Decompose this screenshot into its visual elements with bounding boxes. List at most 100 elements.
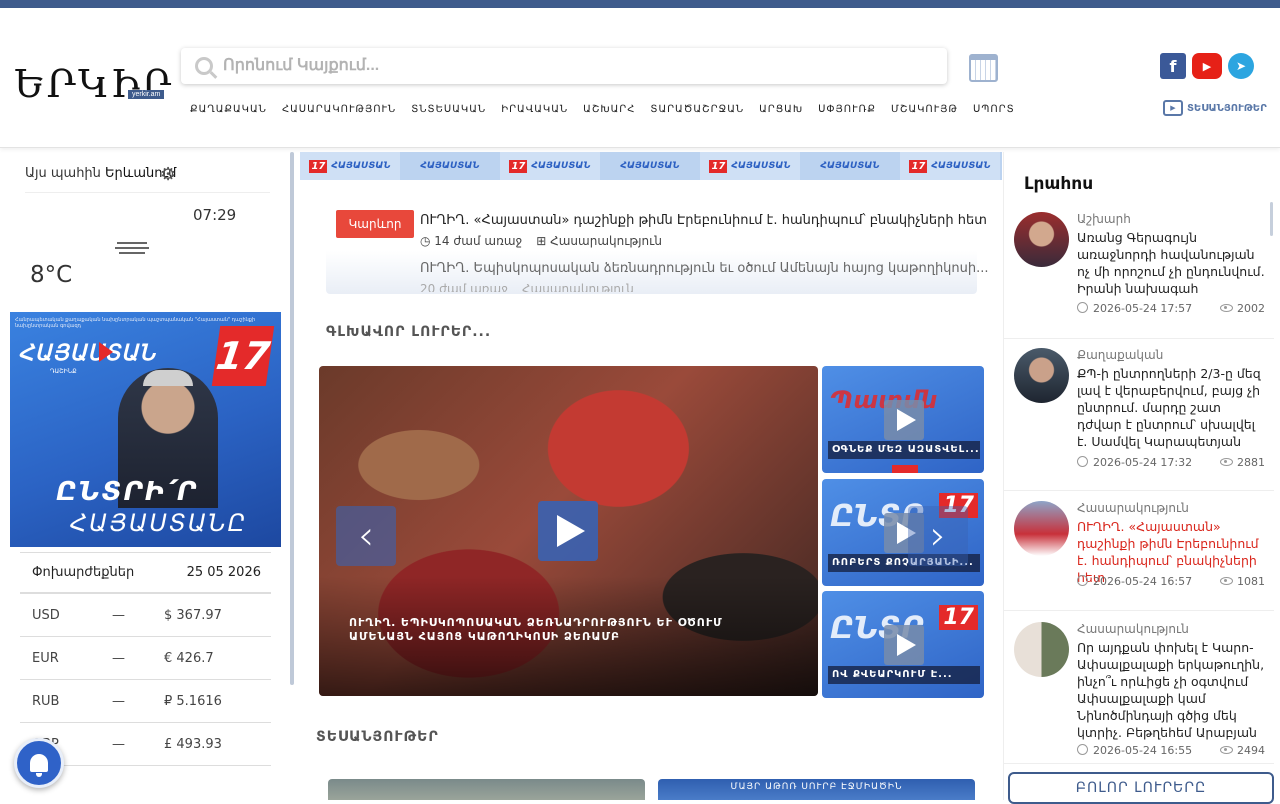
weather-temperature: 8°C	[30, 262, 73, 288]
feed-item-date-text: 2026-05-24 17:32	[1093, 456, 1193, 469]
important-badge[interactable]: Կարևոր	[336, 210, 414, 238]
ticker-headline[interactable]: ՈՒՂԻՂ․ «Հայաստան» դաշինքի թիմն Էրեբունիո…	[420, 213, 987, 228]
search-icon	[195, 57, 213, 75]
slider-prev-button[interactable]: ‹	[336, 506, 396, 566]
calendar-icon[interactable]	[969, 54, 998, 82]
nav-item-artsakh[interactable]: ԱՐՑԱԽ	[759, 104, 803, 115]
feed-item-date-text: 2026-05-24 17:57	[1093, 302, 1193, 315]
video-card[interactable]: ՄԱՅՐ ԱԹՈՌ ՍՈՒՐԲ ԷՋՄԻԱԾԻՆ	[658, 779, 975, 800]
strip-unit: 17 ՀԱՅԱՍՏԱՆ	[300, 159, 400, 173]
nav-item-politics[interactable]: ՔԱՂԱՔԱԿԱՆ	[190, 104, 267, 115]
nav-item-society[interactable]: ՀԱՍԱՐԱԿՈՒԹՅՈՒՆ	[282, 104, 396, 115]
rate-currency: RUB	[32, 693, 60, 709]
strip-text: ՀԱՅԱՍՏԱՆ	[420, 161, 480, 171]
rates-date: 25 05 2026	[186, 565, 261, 580]
feed-item-date: 2026-05-24 16:57	[1077, 575, 1192, 588]
strip-unit: ՀԱՅԱՍՏԱՆ	[400, 161, 500, 171]
rates-header: Փոխարժեքներ 25 05 2026	[20, 552, 271, 594]
ticker-time-text: 20 ժամ առաջ	[420, 282, 508, 292]
video-thumb[interactable]: ԸՆՏՐ 17 ՈՎ ՔՎԵԱՐԿՈՒՄ Է...	[822, 591, 984, 698]
feed-item-category[interactable]: Հասարակություն	[1077, 622, 1189, 636]
nav-item-world[interactable]: ԱՇԽԱՐՀ	[583, 104, 635, 115]
all-news-button[interactable]: ԲՈԼՈՐ ԼՈՒՐԵՐԸ	[1008, 772, 1274, 804]
latest-news-feed: Լրահոս Աշխարհ Առանց Գերագույն առաջնորդի …	[1003, 152, 1280, 800]
telegram-icon[interactable]: ➤	[1228, 53, 1254, 79]
strip-number: 17	[909, 159, 928, 173]
thumb-caption: ՈՎ ՔՎԵԱՐԿՈՒՄ Է...	[828, 666, 980, 684]
feed-item[interactable]: Հասարակություն ՈՒՂԻՂ․ «Հայաստան» դաշինքի…	[1004, 501, 1274, 611]
feed-item-views-text: 2494	[1237, 744, 1265, 757]
strip-number: 17	[709, 159, 728, 173]
notification-bell-button[interactable]	[14, 738, 64, 788]
rate-value: $ 367.97	[164, 607, 222, 623]
strip-number: 17	[309, 159, 328, 173]
nav-item-culture[interactable]: ՄՇԱԿՈՒՅԹ	[891, 104, 958, 115]
feed-item-date: 2026-05-24 17:32	[1077, 456, 1192, 469]
feed-item-category[interactable]: Հասարակություն	[1077, 501, 1189, 515]
rate-value: £ 493.93	[164, 736, 222, 752]
nav-item-law[interactable]: ԻՐԱՎԱԿԱՆ	[501, 104, 568, 115]
eye-icon	[1220, 304, 1233, 312]
feed-item-date: 2026-05-24 17:57	[1077, 302, 1192, 315]
clock-icon	[1077, 302, 1088, 313]
slider-next-button[interactable]: ›	[908, 506, 968, 566]
feed-scrollbar[interactable]	[1270, 202, 1273, 236]
feed-item[interactable]: Աշխարհ Առանց Գերագույն առաջնորդի հավանու…	[1004, 212, 1274, 339]
video-thumb[interactable]: Պատմն ՕԳՆԵՔ ՄԵԶ ԱԶԱՏՎԵԼ...	[822, 366, 984, 473]
nav-item-diaspora[interactable]: ՍՓՅՈՒՌՔ	[818, 104, 876, 115]
feed-item-date-text: 2026-05-24 16:57	[1093, 575, 1193, 588]
feed-item-category[interactable]: Քաղաքական	[1077, 348, 1163, 362]
strip-number: 17	[509, 159, 528, 173]
feed-item-title[interactable]: Առանց Գերագույն առաջնորդի հավանության ոչ…	[1077, 229, 1267, 297]
eye-icon	[1220, 577, 1233, 585]
feed-item-meta: 2026-05-24 17:57 2002	[1077, 302, 1265, 315]
thumb-caption: ՕԳՆԵՔ ՄԵԶ ԱԶԱՏՎԵԼ...	[828, 441, 980, 459]
feed-item-category[interactable]: Աշխարհ	[1077, 212, 1131, 226]
video-card[interactable]	[328, 779, 645, 800]
slide-caption[interactable]: ՈՒՂԻՂ․ ԵՊԻՍԿՈՊՈՍԱԿԱՆ ՁԵՌՆԱԴՐՈՒԹՅՈՒՆ ԵՒ Օ…	[349, 616, 789, 644]
gear-icon[interactable]: ⚙	[160, 164, 176, 185]
ticker-time: ◷ 14 ժամ առաջ	[420, 234, 523, 248]
exchange-rates: Փոխարժեքներ 25 05 2026 USD — $ 367.97 EU…	[20, 552, 271, 766]
ticker-meta: ◷ 14 ժամ առաջ ⊞ Հասարակություն	[420, 234, 662, 248]
nav-item-region[interactable]: ՏԱՐԱԾԱՇՐՋԱՆ	[650, 104, 744, 115]
feed-item[interactable]: Հասարակություն Որ այդքան փոխել է Կարո-Ափ…	[1004, 622, 1274, 764]
videos-link[interactable]: ▶ ՏԵՍԱՆՅՈՒԹԵՐ	[1163, 100, 1267, 116]
sidebar-scrollbar[interactable]	[290, 152, 294, 685]
play-icon	[884, 400, 924, 440]
search-input[interactable]	[223, 57, 923, 75]
rate-value: ₽ 5.1616	[164, 693, 222, 709]
social-links: f ▶ ➤	[1160, 53, 1254, 79]
rate-dash: —	[112, 607, 125, 623]
strip-unit: 17 ՀԱՅԱՍՏԱՆ	[900, 159, 1000, 173]
rate-row-eur: EUR — € 426.7	[20, 637, 271, 680]
site-header: ԵՐԿԻՐ yerkir.am ՔԱՂԱՔԱԿԱՆ ՀԱՍԱՐԱԿՈՒԹՅՈՒՆ…	[0, 8, 1280, 148]
feed-item-title[interactable]: Որ այդքան փոխել է Կարո-Ափսալքալաքի երկաթ…	[1077, 639, 1267, 741]
ticker-category[interactable]: ⊞ Հասարակություն	[536, 234, 662, 248]
feed-item[interactable]: Քաղաքական ՔՊ-ի ընտրողների 2/3-ը մեզ լավ …	[1004, 348, 1274, 491]
top-ad-strip[interactable]: 17 ՀԱՅԱՍՏԱՆ ՀԱՅԱՍՏԱՆ 17 ՀԱՅԱՍՏԱՆ ՀԱՅԱՍՏԱՆ …	[300, 152, 1002, 180]
feed-title: Լրահոս	[1024, 174, 1094, 194]
weather-heading: Այս պահին Երևանում	[25, 166, 176, 181]
feed-item-views-text: 2881	[1237, 456, 1265, 469]
videos-link-label: ՏԵՍԱՆՅՈՒԹԵՐ	[1187, 102, 1267, 114]
ticker-headline-next[interactable]: ՈՒՂԻՂ․ Եպիսկոպոսական ձեռնադրություն եւ օ…	[420, 261, 989, 276]
feed-item-views: 2881	[1220, 456, 1265, 469]
clock-icon	[1077, 456, 1088, 467]
rates-title: Փոխարժեքներ	[32, 565, 135, 580]
play-icon[interactable]	[538, 501, 598, 561]
rate-dash: —	[112, 736, 125, 752]
search-box[interactable]	[181, 48, 947, 84]
feed-item-title[interactable]: ՔՊ-ի ընտրողների 2/3-ը մեզ լավ է վերաբերվ…	[1077, 365, 1267, 450]
videos-heading: ՏԵՍԱՆՅՈՒԹԵՐ	[316, 729, 439, 745]
feed-item-date-text: 2026-05-24 16:55	[1093, 744, 1193, 757]
facebook-icon[interactable]: f	[1160, 53, 1186, 79]
nav-item-economy[interactable]: ՏՆՏԵՍԱԿԱՆ	[411, 104, 486, 115]
nav-item-sport[interactable]: ՍՊՈՐՏ	[973, 104, 1015, 115]
youtube-icon[interactable]: ▶	[1192, 53, 1222, 79]
feed-item-meta: 2026-05-24 16:57 1081	[1077, 575, 1265, 588]
feed-item-views: 1081	[1220, 575, 1265, 588]
ticker-meta-next: 20 ժամ առաջ Հասարակություն	[420, 282, 634, 292]
campaign-banner[interactable]: Հանրապետական քաղաքական նախընտրական պաշտպ…	[10, 312, 281, 547]
main-nav: ՔԱՂԱՔԱԿԱՆ ՀԱՍԱՐԱԿՈՒԹՅՈՒՆ ՏՆՏԵՍԱԿԱՆ ԻՐԱՎԱ…	[190, 104, 1030, 115]
